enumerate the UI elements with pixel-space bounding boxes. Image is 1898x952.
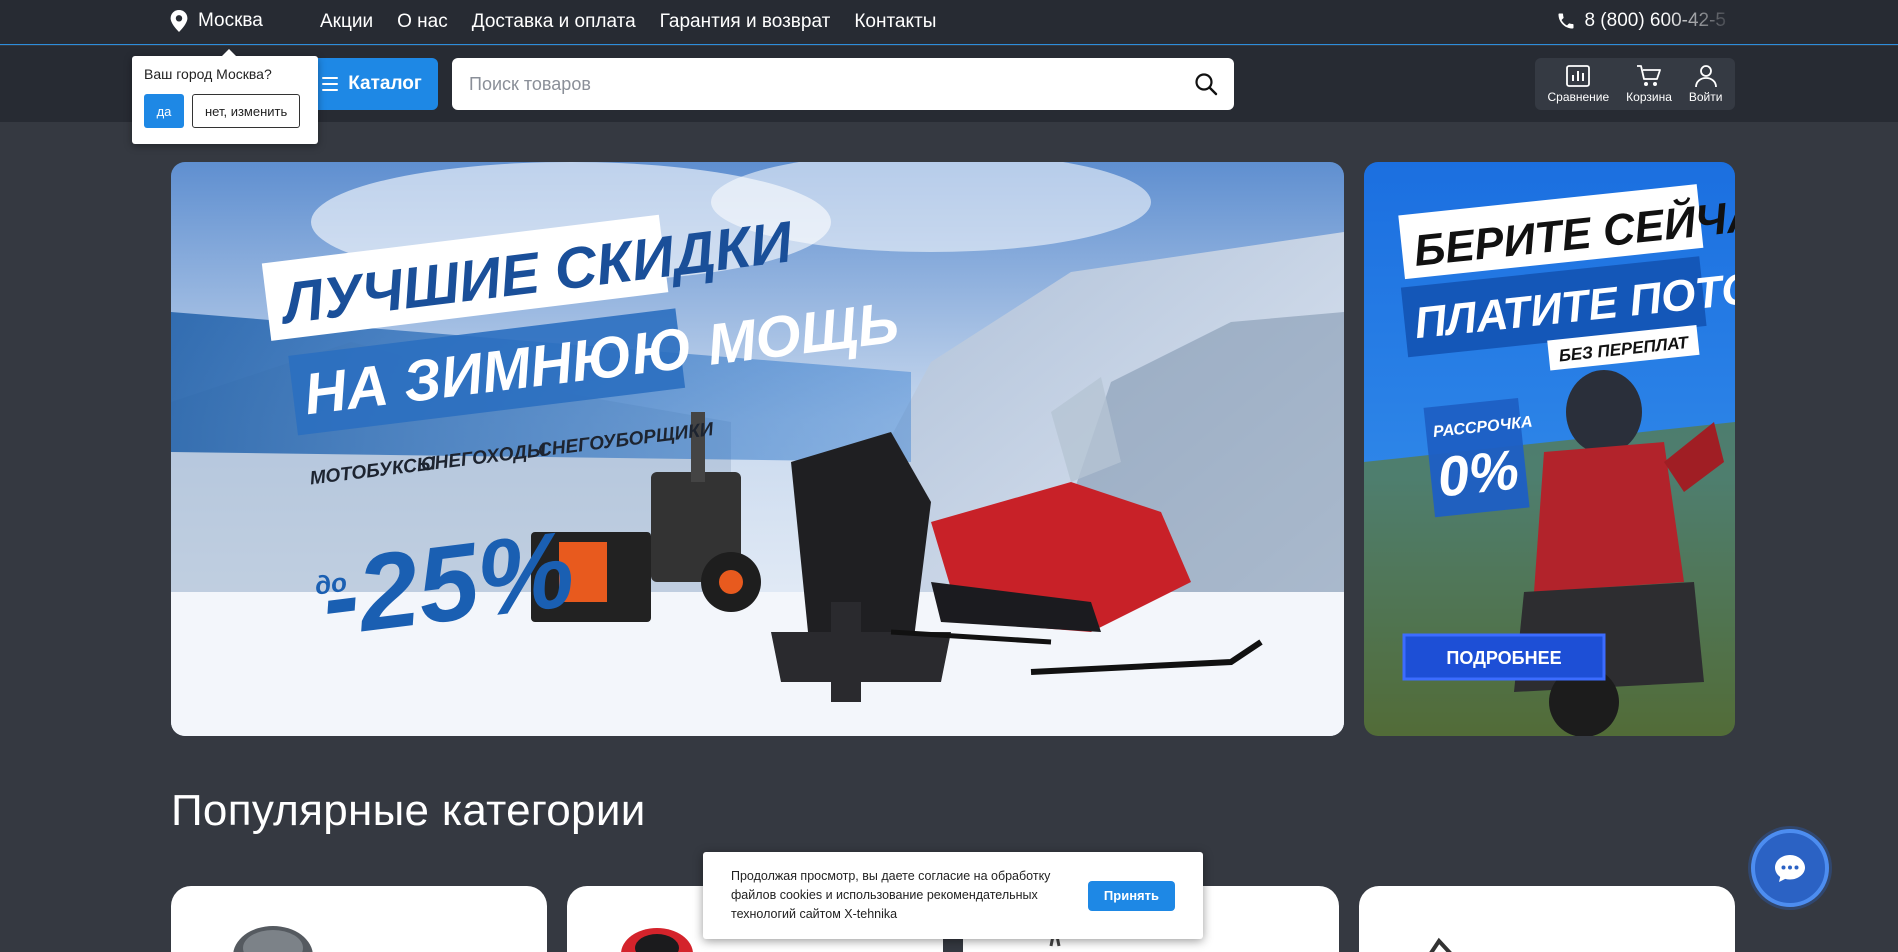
category-card[interactable] <box>1359 886 1735 952</box>
section-title-popular-categories: Популярные категории <box>171 786 646 835</box>
banner-side-badge-value: 0% <box>1435 438 1522 509</box>
search-icon[interactable] <box>1194 72 1218 96</box>
cookie-notice: Продолжая просмотр, вы даете согласие на… <box>703 852 1203 939</box>
top-bar: Москва Акции О нас Доставка и оплата Гар… <box>0 0 1898 45</box>
catalog-label: Каталог <box>348 73 422 94</box>
cookie-accept-button[interactable]: Принять <box>1087 880 1175 911</box>
winter-banner-image: ЛУЧШИЕ СКИДКИ НА ЗИМНЮЮ МОЩЬ МОТОБУКСЫ С… <box>171 162 1344 736</box>
chat-button[interactable] <box>1751 829 1829 907</box>
banner-side-cta[interactable]: ПОДРОБНЕЕ <box>1446 648 1561 668</box>
nav-link-about[interactable]: О нас <box>397 11 448 33</box>
location-pin-icon <box>170 10 188 32</box>
nav-link-delivery[interactable]: Доставка и оплата <box>472 11 636 33</box>
phone-icon <box>1558 13 1574 29</box>
category-image <box>1429 937 1452 952</box>
city-selector[interactable]: Москва <box>170 10 263 32</box>
chat-icon <box>1775 855 1805 882</box>
phone-link[interactable]: 8 (800) 600-42-5 <box>1556 10 1726 32</box>
city-confirm-popup: Ваш город Москва? да нет, изменить <box>132 49 318 144</box>
city-confirm-yes-button[interactable]: да <box>144 94 184 128</box>
nav-link-warranty[interactable]: Гарантия и возврат <box>660 11 831 33</box>
search-box <box>452 58 1234 110</box>
category-image <box>233 926 313 952</box>
city-name: Москва <box>198 10 263 31</box>
installment-banner-image: БЕРИТЕ СЕЙЧАС ПЛАТИТЕ ПОТОМ БЕЗ ПЕРЕПЛАТ… <box>1364 162 1735 736</box>
login-button[interactable]: Войти <box>1688 64 1723 104</box>
cart-icon <box>1637 65 1661 86</box>
nav-link-contacts[interactable]: Контакты <box>854 11 936 33</box>
compare-icon <box>1566 65 1591 87</box>
catalog-button[interactable]: Каталог <box>306 58 438 110</box>
city-popup-actions: да нет, изменить <box>144 94 306 128</box>
city-question: Ваш город Москва? <box>144 66 272 82</box>
compare-label: Сравнение <box>1547 90 1610 104</box>
top-nav: Акции О нас Доставка и оплата Гарантия и… <box>320 11 936 33</box>
search-input[interactable] <box>452 58 1234 110</box>
cookie-text: Продолжая просмотр, вы даете согласие на… <box>731 869 1051 921</box>
category-card[interactable] <box>171 886 547 952</box>
user-tools: Сравнение Корзина Войти <box>1535 58 1735 110</box>
login-label: Войти <box>1688 90 1723 104</box>
menu-icon <box>322 77 339 91</box>
user-icon <box>1694 65 1717 88</box>
city-change-button[interactable]: нет, изменить <box>192 94 301 128</box>
cart-label: Корзина <box>1626 90 1672 104</box>
compare-button[interactable]: Сравнение <box>1547 64 1609 104</box>
promo-banner-installment[interactable]: БЕРИТЕ СЕЙЧАС ПЛАТИТЕ ПОТОМ БЕЗ ПЕРЕПЛАТ… <box>1364 162 1735 736</box>
promo-banner-winter[interactable]: ЛУЧШИЕ СКИДКИ НА ЗИМНЮЮ МОЩЬ МОТОБУКСЫ С… <box>171 162 1344 736</box>
cart-button[interactable]: Корзина <box>1626 64 1672 104</box>
phone-number: 8 (800) 600-42-5 <box>1584 10 1726 31</box>
nav-link-promotions[interactable]: Акции <box>320 11 373 33</box>
